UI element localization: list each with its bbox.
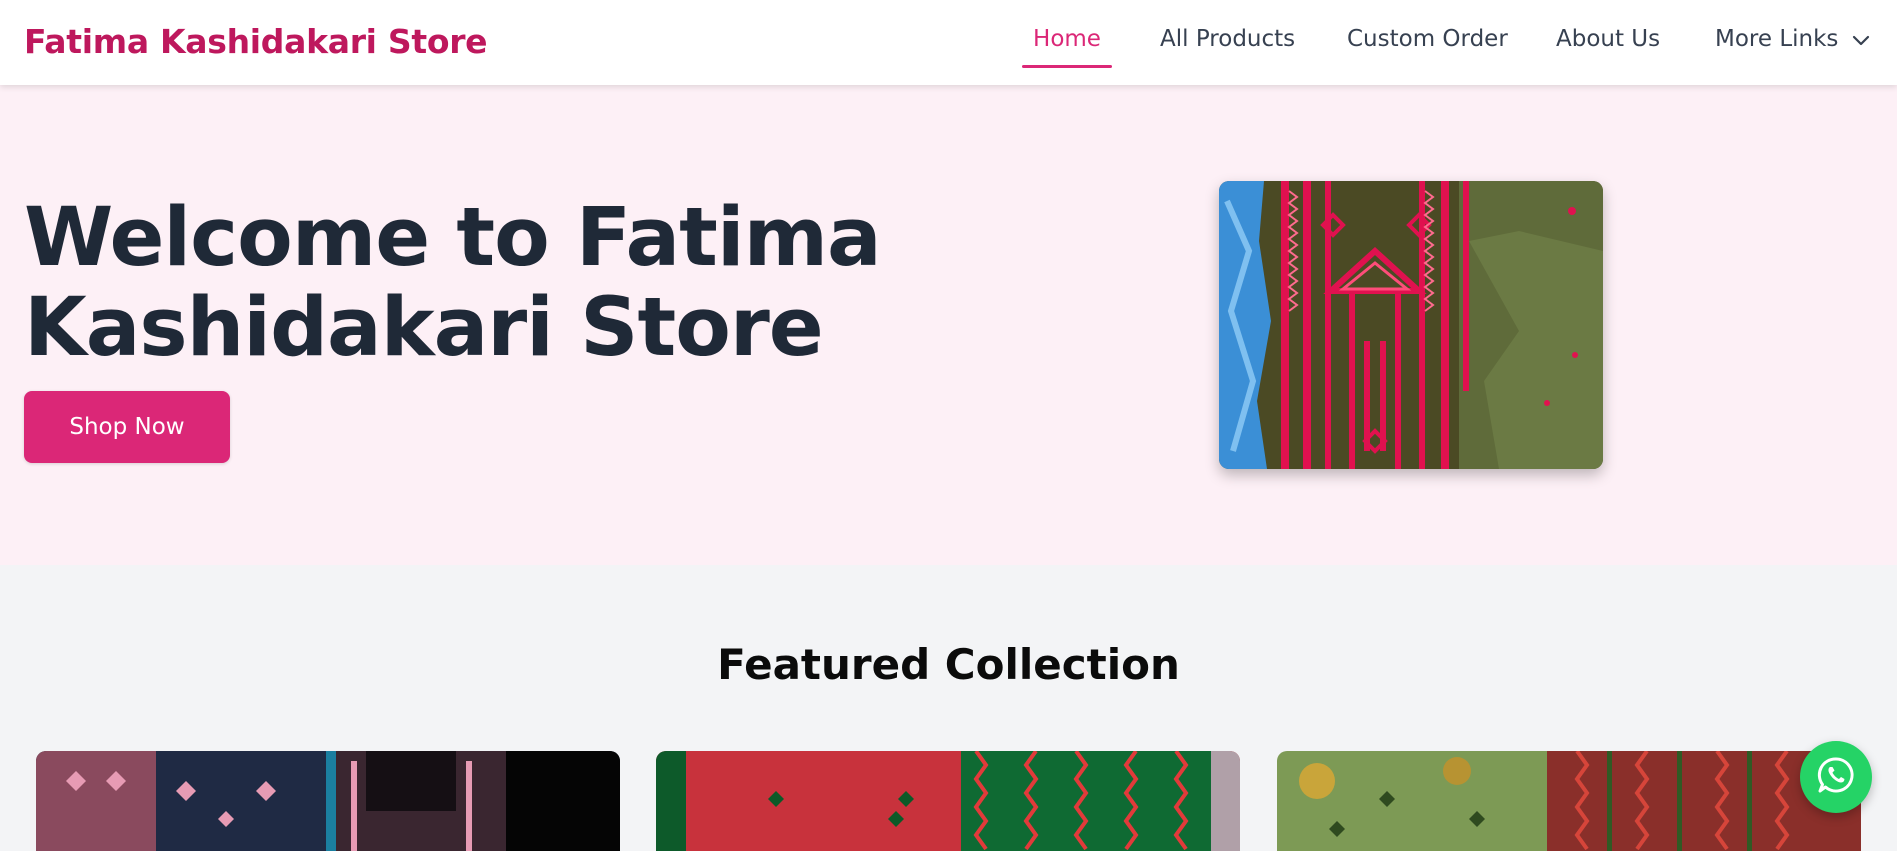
hero-title: Welcome to Fatima Kashidakari Store: [24, 191, 882, 375]
featured-collection-heading: Featured Collection: [717, 640, 1180, 689]
brand-logo[interactable]: Fatima Kashidakari Store: [24, 22, 488, 61]
nav-more-links[interactable]: More Links: [1715, 26, 1870, 53]
product-card[interactable]: [36, 751, 620, 851]
product-card[interactable]: [1277, 751, 1861, 851]
whatsapp-button[interactable]: [1800, 741, 1872, 813]
nav-more-links-label: More Links: [1715, 26, 1839, 52]
site-header: Fatima Kashidakari Store Home All Produc…: [0, 0, 1897, 85]
whatsapp-icon: [1816, 755, 1856, 799]
product-image: [1277, 751, 1861, 851]
product-card[interactable]: [656, 751, 1240, 851]
nav-custom-order[interactable]: Custom Order: [1347, 26, 1508, 52]
nav-about-us[interactable]: About Us: [1556, 26, 1660, 52]
nav-all-products[interactable]: All Products: [1160, 26, 1295, 52]
product-image: [36, 751, 620, 851]
hero-product-image: [1219, 181, 1603, 469]
product-image: [656, 751, 1240, 851]
chevron-down-icon: [1852, 27, 1870, 53]
nav-home[interactable]: Home: [1022, 22, 1112, 68]
shop-now-button[interactable]: Shop Now: [24, 391, 230, 463]
hero-section: Welcome to Fatima Kashidakari Store Shop…: [0, 85, 1897, 565]
